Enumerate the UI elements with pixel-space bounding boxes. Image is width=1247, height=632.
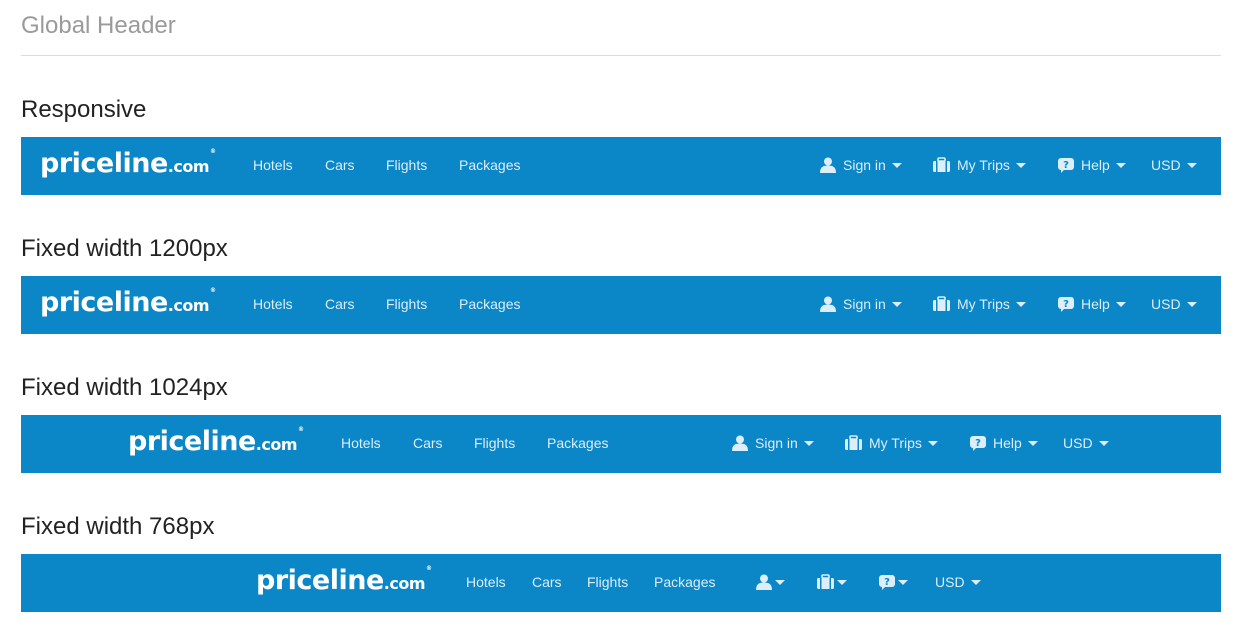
sign-in-menu[interactable]: Sign in (819, 294, 902, 314)
nav-packages[interactable]: Packages (547, 435, 608, 451)
nav-hotels[interactable]: Hotels (341, 435, 381, 451)
caret-down-icon (927, 440, 938, 446)
help-bubble-icon: ? (1057, 157, 1075, 174)
nav-cars[interactable]: Cars (532, 574, 562, 590)
caret-down-icon (970, 579, 981, 585)
help-menu[interactable]: ? (878, 572, 908, 592)
nav-hotels[interactable]: Hotels (253, 296, 293, 312)
my-trips-menu[interactable] (816, 572, 847, 592)
help-label: Help (1081, 296, 1110, 312)
caret-down-icon (1186, 301, 1197, 307)
caret-down-icon (1186, 162, 1197, 168)
caret-down-icon (1015, 162, 1026, 168)
help-menu[interactable]: ? Help (969, 433, 1038, 453)
suitcase-icon (932, 157, 951, 173)
my-trips-menu[interactable]: My Trips (932, 155, 1026, 175)
user-icon (819, 157, 837, 173)
nav-hotels[interactable]: Hotels (466, 574, 506, 590)
caret-down-icon (1027, 440, 1038, 446)
nav-cars[interactable]: Cars (413, 435, 443, 451)
svg-text:?: ? (884, 577, 890, 588)
user-icon (819, 296, 837, 312)
caret-down-icon (898, 579, 908, 585)
nav-packages[interactable]: Packages (459, 296, 520, 312)
suitcase-icon (844, 435, 863, 451)
section-title-1024: Fixed width 1024px (21, 374, 228, 401)
header-bar-768: priceline.com® Hotels Cars Flights Packa… (21, 554, 1221, 612)
nav-flights[interactable]: Flights (386, 296, 427, 312)
currency-label: USD (935, 574, 965, 590)
title-divider (21, 55, 1221, 56)
page-title: Global Header (21, 12, 176, 39)
sign-in-menu[interactable]: Sign in (819, 155, 902, 175)
section-title-768: Fixed width 768px (21, 513, 215, 540)
currency-menu[interactable]: USD (1151, 294, 1197, 314)
nav-cars[interactable]: Cars (325, 296, 355, 312)
sign-in-label: Sign in (843, 296, 886, 312)
caret-down-icon (775, 579, 785, 585)
nav-flights[interactable]: Flights (386, 157, 427, 173)
help-label: Help (993, 435, 1022, 451)
help-bubble-icon: ? (878, 574, 896, 591)
caret-down-icon (891, 301, 902, 307)
caret-down-icon (1098, 440, 1109, 446)
caret-down-icon (1115, 301, 1126, 307)
currency-label: USD (1151, 296, 1181, 312)
section-title-responsive: Responsive (21, 96, 147, 123)
caret-down-icon (891, 162, 902, 168)
currency-label: USD (1063, 435, 1093, 451)
sign-in-menu[interactable]: Sign in (731, 433, 814, 453)
currency-menu[interactable]: USD (1063, 433, 1109, 453)
caret-down-icon (1015, 301, 1026, 307)
help-label: Help (1081, 157, 1110, 173)
help-menu[interactable]: ? Help (1057, 155, 1126, 175)
sign-in-label: Sign in (755, 435, 798, 451)
help-bubble-icon: ? (969, 435, 987, 452)
currency-menu[interactable]: USD (935, 572, 981, 592)
currency-label: USD (1151, 157, 1181, 173)
caret-down-icon (1115, 162, 1126, 168)
my-trips-menu[interactable]: My Trips (932, 294, 1026, 314)
priceline-logo[interactable]: priceline.com® (256, 565, 432, 596)
section-title-1200: Fixed width 1200px (21, 235, 228, 262)
svg-text:?: ? (1063, 299, 1069, 310)
priceline-logo[interactable]: priceline.com® (128, 426, 304, 457)
svg-text:?: ? (1063, 160, 1069, 171)
nav-hotels[interactable]: Hotels (253, 157, 293, 173)
nav-cars[interactable]: Cars (325, 157, 355, 173)
sign-in-menu[interactable] (755, 572, 785, 592)
suitcase-icon (816, 574, 835, 590)
svg-text:?: ? (975, 438, 981, 449)
my-trips-label: My Trips (957, 296, 1010, 312)
my-trips-label: My Trips (957, 157, 1010, 173)
nav-flights[interactable]: Flights (587, 574, 628, 590)
header-bar-1024: priceline.com® Hotels Cars Flights Packa… (21, 415, 1221, 473)
help-bubble-icon: ? (1057, 296, 1075, 313)
help-menu[interactable]: ? Help (1057, 294, 1126, 314)
priceline-logo[interactable]: priceline.com® (40, 287, 216, 318)
sign-in-label: Sign in (843, 157, 886, 173)
suitcase-icon (932, 296, 951, 312)
priceline-logo[interactable]: priceline.com® (40, 148, 216, 179)
currency-menu[interactable]: USD (1151, 155, 1197, 175)
my-trips-menu[interactable]: My Trips (844, 433, 938, 453)
header-bar-1200: priceline.com® Hotels Cars Flights Packa… (21, 276, 1221, 334)
nav-packages[interactable]: Packages (459, 157, 520, 173)
nav-flights[interactable]: Flights (474, 435, 515, 451)
user-icon (755, 574, 773, 590)
header-bar-responsive: priceline.com® Hotels Cars Flights Packa… (21, 137, 1221, 195)
user-icon (731, 435, 749, 451)
caret-down-icon (803, 440, 814, 446)
caret-down-icon (837, 579, 847, 585)
nav-packages[interactable]: Packages (654, 574, 715, 590)
my-trips-label: My Trips (869, 435, 922, 451)
